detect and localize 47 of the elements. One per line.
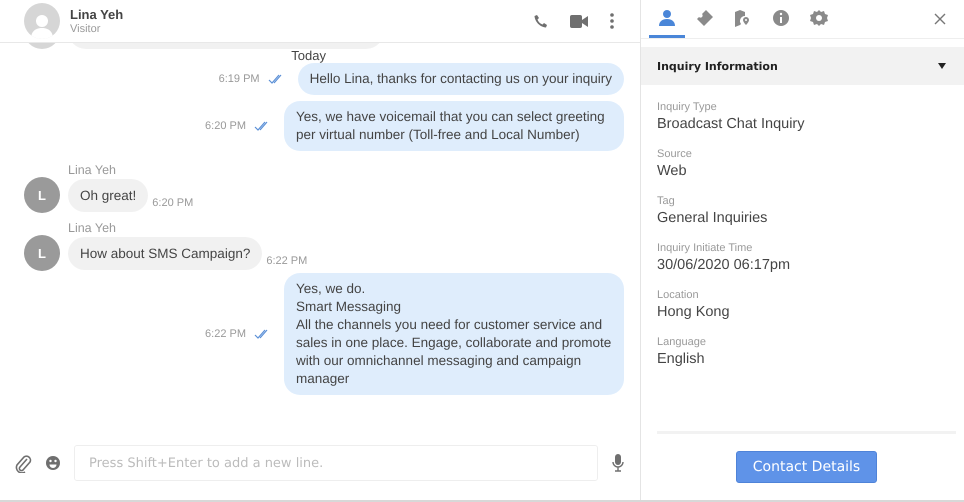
phone-icon[interactable] [534,14,548,28]
field-label: Language [657,336,707,348]
field-value: Hong Kong [657,304,731,320]
double-check-icon [268,74,284,84]
field-label: Inquiry Initiate Time [657,242,754,254]
message-time: 6:22 PM [205,328,246,340]
field-value: Web [657,163,688,179]
section-header[interactable]: Inquiry Information [641,47,964,85]
double-check-icon [254,121,270,131]
avatar: L [24,235,60,271]
field-label: Location [657,289,700,301]
field-value: English [657,351,706,367]
message-time: 6:22 PM [266,255,308,267]
message-time: 6:20 PM [205,120,246,132]
ticket-icon [696,8,714,26]
contact-status: Visitor [70,23,102,35]
video-icon[interactable] [570,14,588,28]
sender-name: Lina Yeh [68,163,117,177]
field-label: Tag [657,195,676,207]
avatar [24,3,60,39]
date-label: Today [291,49,326,63]
sender-name: Lina Yeh [68,221,117,235]
field-value: 30/06/2020 06:17pm [657,257,792,273]
field-value: General Inquiries [657,210,768,226]
message-bubble: How about SMS Campaign? [68,236,262,270]
message-time: 6:20 PM [152,197,194,209]
avatar: L [24,177,60,213]
message-input[interactable]: Press Shift+Enter to add a new line. [74,445,598,481]
message-bubble: Yes, we do. Smart Messaging All the channels you need for customer service and sales in one place. Engage, collaborate and promote with our omnichannel messaging and campaign manager [284,273,624,395]
field-label: Inquiry Type [657,101,718,113]
message-bubble: Oh great! [68,178,148,212]
more-icon[interactable] [610,13,614,29]
person-icon [658,8,676,26]
emoji-icon[interactable] [46,456,60,470]
info-icon [772,8,790,26]
field-value: Broadcast Chat Inquiry [657,116,806,132]
message-bubble: Yes, we have voicemail that you can select greeting per virtual number (Toll-free and Local Number) [284,101,624,151]
field-label: Source [657,148,693,160]
settings-icon [810,8,828,26]
message-bubble: Hello Lina, thanks for contacting us on your inquiry [298,63,624,95]
map-pin-icon [734,8,752,26]
close-icon[interactable] [934,13,946,25]
microphone-icon[interactable] [612,454,624,472]
paperclip-icon[interactable] [14,453,32,473]
message-time: 6:19 PM [218,73,260,85]
double-check-icon [254,329,270,339]
contact-name: Lina Yeh [70,7,124,22]
